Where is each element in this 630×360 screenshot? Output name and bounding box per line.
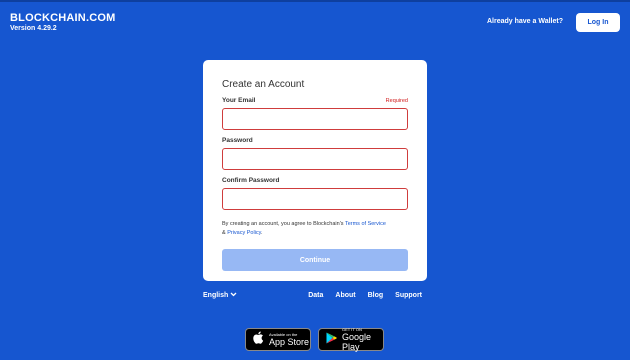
language-label: English [203, 292, 229, 299]
card-title: Create an Account [222, 79, 305, 90]
email-field-header: Your Email Required [222, 97, 408, 104]
footer-link-blog[interactable]: Blog [368, 292, 384, 299]
app-version: Version 4.29.2 [10, 25, 57, 32]
email-field[interactable] [222, 108, 408, 130]
password-field[interactable] [222, 148, 408, 170]
brand: BLOCKCHAIN.COM Version 4.29.2 [10, 12, 115, 32]
top-border [0, 0, 630, 2]
password-label: Password [222, 137, 253, 144]
create-account-card: Create an Account Your Email Required Pa… [203, 60, 427, 281]
login-button[interactable]: Log In [576, 13, 620, 32]
footer-links: Data About Blog Support [296, 292, 422, 299]
terms-prefix: By creating an account, you agree to Blo… [222, 221, 345, 227]
google-play-icon [326, 331, 337, 349]
password-field-header: Password [222, 137, 408, 144]
appstore-big-text: App Store [269, 337, 310, 347]
language-selector[interactable]: English [203, 292, 237, 299]
have-wallet-text: Already have a Wallet? [487, 18, 563, 25]
confirm-password-field[interactable] [222, 188, 408, 210]
required-badge: Required [385, 98, 408, 104]
terms-of-service-link[interactable]: Terms of Service [345, 221, 386, 227]
footer-link-support[interactable]: Support [395, 292, 422, 299]
apple-icon [253, 331, 264, 349]
terms-text: By creating an account, you agree to Blo… [222, 220, 408, 238]
googleplay-big-text: Google Play [342, 332, 372, 352]
continue-button[interactable]: Continue [222, 249, 408, 271]
privacy-policy-link[interactable]: Privacy Policy [227, 230, 261, 236]
footer-link-about[interactable]: About [335, 292, 355, 299]
app-store-button[interactable]: Available on the App Store [245, 328, 311, 351]
confirm-password-field-header: Confirm Password [222, 177, 408, 184]
chevron-down-icon [230, 292, 237, 299]
footer-link-data[interactable]: Data [308, 292, 323, 299]
terms-suffix: . [261, 230, 263, 236]
email-label: Your Email [222, 97, 256, 104]
confirm-password-label: Confirm Password [222, 177, 280, 184]
google-play-button[interactable]: GET IT ON Google Play [318, 327, 384, 352]
brand-logo-text[interactable]: BLOCKCHAIN.COM [10, 12, 115, 24]
